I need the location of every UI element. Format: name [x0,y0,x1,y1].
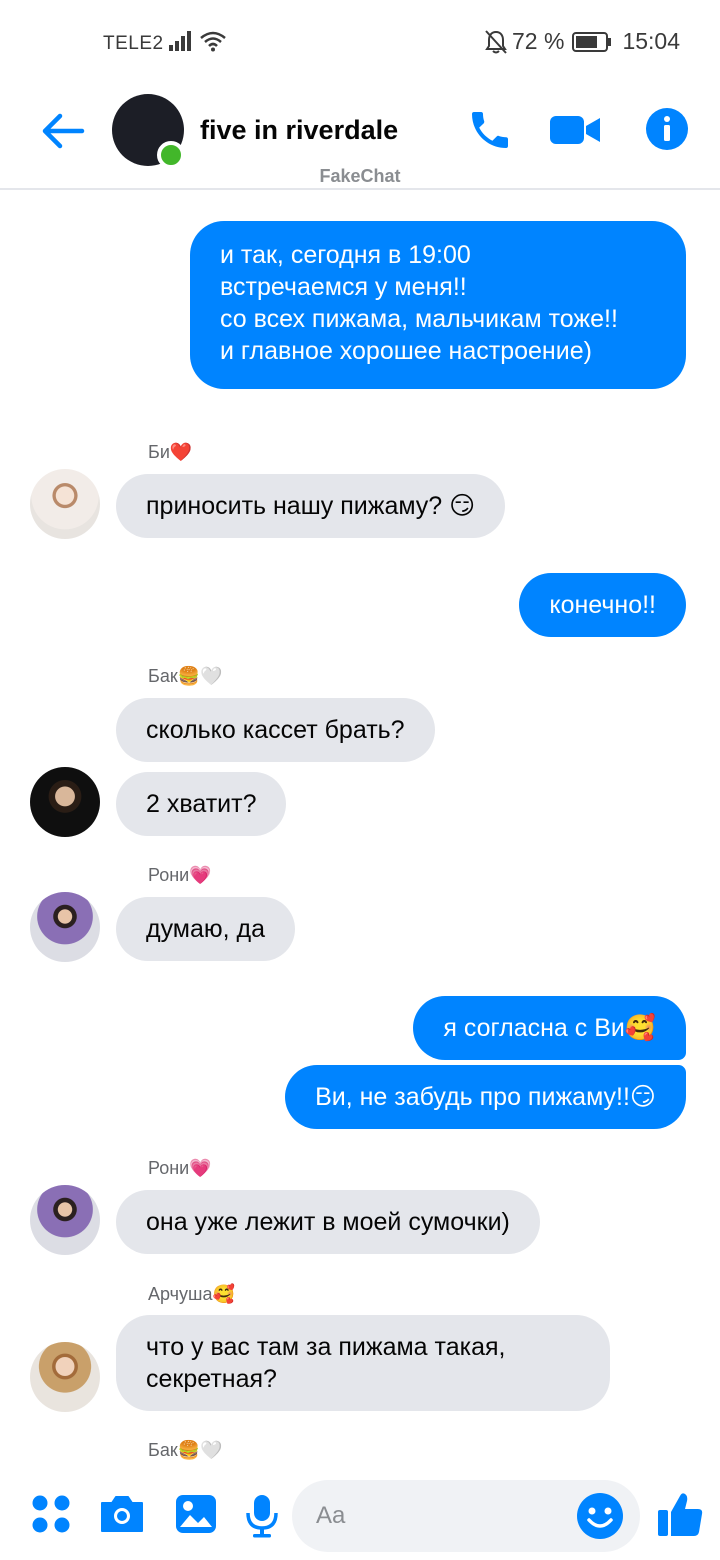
sender-name: Би❤️ [148,442,193,462]
avatar[interactable] [30,767,100,837]
avatar[interactable] [30,1185,100,1255]
outgoing-message[interactable]: я согласна с Ви🥰 [413,996,686,1060]
composer-bar [0,1468,720,1560]
sender-name: Рони💗 [148,865,212,885]
muted-bell-icon [485,29,507,54]
wifi-icon [200,31,226,52]
sender-name: Арчуша🥰 [148,1284,235,1304]
apps-icon[interactable] [30,1493,72,1535]
incoming-message[interactable]: 2 хватит? [116,772,287,836]
info-icon[interactable] [644,106,690,152]
chat-title[interactable]: five in riverdale [200,115,398,146]
gallery-icon[interactable] [174,1493,218,1535]
sender-name: Бак🍔🤍 [148,666,223,686]
camera-icon[interactable] [98,1493,146,1535]
incoming-message[interactable]: думаю, да [116,897,296,961]
avatar[interactable] [30,1342,100,1412]
avatar[interactable] [30,469,100,539]
chat-header: five in riverdale FakeChat [0,86,720,190]
incoming-message[interactable]: что у вас там за пижама такая, секретная… [116,1315,610,1411]
online-status-dot [157,141,185,169]
outgoing-message[interactable]: конечно!! [519,573,686,637]
video-camera-icon[interactable] [548,106,602,154]
incoming-message[interactable]: она уже лежит в моей сумочки) [116,1190,540,1254]
status-right-group: 72 % 15:04 [484,28,680,55]
clock: 15:04 [622,28,680,54]
back-arrow-icon[interactable] [40,108,86,154]
battery-percent: 72 % [512,28,565,54]
outgoing-message[interactable]: и так, сегодня в 19:00 встречаемся у мен… [190,221,686,389]
emoji-icon[interactable] [576,1492,624,1540]
outgoing-message[interactable]: Ви, не забудь про пижаму!!😏 [285,1065,686,1129]
sender-name: Рони💗 [148,1158,212,1178]
watermark-label: FakeChat [319,166,401,186]
incoming-message[interactable]: приносить нашу пижаму? 😏 [116,474,506,538]
phone-icon[interactable] [466,106,514,154]
battery-icon [572,31,612,52]
microphone-icon[interactable] [244,1493,280,1539]
carrier-label: TELE2 [103,33,164,54]
incoming-message[interactable]: сколько кассет брать? [116,698,435,762]
signal-icon [169,31,191,51]
sender-name: Бак🍔🤍 [148,1440,223,1460]
thumbs-up-icon[interactable] [656,1490,704,1540]
avatar[interactable] [30,892,100,962]
status-bar: TELE2 72 % 15:04 [0,0,720,86]
